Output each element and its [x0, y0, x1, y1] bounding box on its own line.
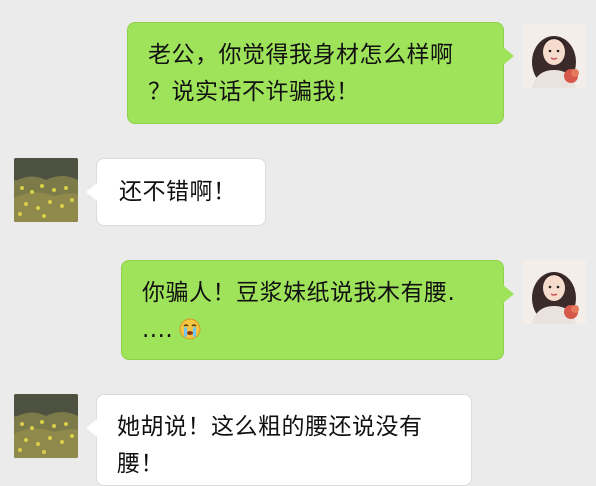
- landscape-avatar-icon[interactable]: [14, 394, 78, 458]
- message-bubble-outgoing[interactable]: 你骗人！豆浆妹纸说我木有腰. ....: [121, 260, 514, 360]
- message-text-line: 你骗人！豆浆妹纸说我木有腰.: [142, 280, 456, 306]
- message-text-line: 老公，你觉得我身材怎么样啊: [148, 42, 454, 68]
- message-text-line: 她胡说！这么粗的腰还说没有: [117, 414, 423, 440]
- bubble-tail: [503, 285, 514, 303]
- message-bubble-incoming[interactable]: 还不错啊！: [86, 158, 266, 226]
- girl-avatar-icon[interactable]: [522, 260, 586, 324]
- message-text-line: ....: [142, 312, 487, 349]
- message-text-line: ？说实话不许骗我！: [148, 79, 360, 105]
- landscape-avatar-icon[interactable]: [14, 158, 78, 222]
- message-bubble-outgoing[interactable]: 老公，你觉得我身材怎么样啊 ？说实话不许骗我！: [127, 22, 514, 124]
- crying-emoji-icon: [179, 315, 201, 340]
- chat-thread: 老公，你觉得我身材怎么样啊 ？说实话不许骗我！ 还不错啊！ 你骗人！豆浆妹纸说我…: [0, 0, 596, 486]
- bubble-tail: [86, 183, 97, 201]
- bubble-tail: [86, 419, 97, 437]
- message-bubble-incoming[interactable]: 她胡说！这么粗的腰还说没有 腰！: [86, 394, 472, 486]
- bubble-tail: [503, 47, 514, 65]
- girl-avatar-icon[interactable]: [522, 24, 586, 88]
- message-text-line: 腰！: [117, 451, 164, 477]
- message-text-line: 还不错啊！: [119, 179, 237, 205]
